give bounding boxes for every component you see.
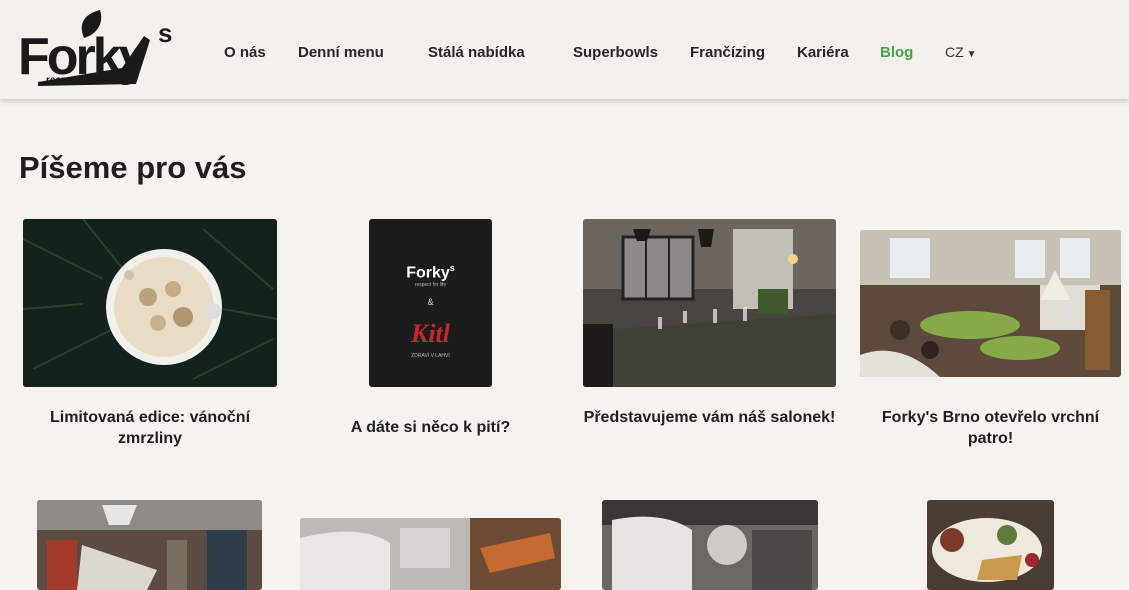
nav-stala-nabidka[interactable]: Stálá nabídka bbox=[428, 44, 525, 61]
post-image-interior[interactable] bbox=[37, 500, 262, 590]
site-header: Forky s respect for life O nás Denní men… bbox=[0, 0, 1129, 99]
nav-o-nas[interactable]: O nás bbox=[224, 44, 266, 61]
poster-tagline: respect for life bbox=[414, 282, 447, 288]
language-switcher[interactable]: CZ ▼ bbox=[945, 44, 977, 60]
chandelier-photo bbox=[602, 500, 818, 590]
poster-partner-sub: ZDRAVÍ V LAHVI bbox=[411, 353, 450, 359]
poster-amp: & bbox=[427, 297, 434, 307]
nav-blog[interactable]: Blog bbox=[880, 44, 913, 61]
language-label: CZ bbox=[945, 44, 964, 60]
post-image-brno[interactable] bbox=[860, 230, 1121, 377]
nav-francizing[interactable]: Frančízing bbox=[690, 44, 765, 61]
brno-photo bbox=[860, 230, 1121, 377]
forkys-logo[interactable]: Forky s respect for life bbox=[18, 8, 196, 90]
post-image-counter[interactable] bbox=[300, 518, 561, 590]
salon-photo bbox=[583, 219, 836, 387]
forkys-logo-mark: Forky s respect for life bbox=[18, 10, 172, 86]
poster-brand: Forkys bbox=[406, 263, 455, 282]
caret-down-icon: ▼ bbox=[966, 49, 977, 60]
logo-suffix: s bbox=[158, 18, 172, 48]
post-title[interactable]: Limitovaná edice: vánoční zmrzliny bbox=[23, 407, 277, 449]
page-title: Píšeme pro vás bbox=[19, 150, 247, 185]
post-image-chandelier[interactable] bbox=[602, 500, 818, 590]
food-photo bbox=[927, 500, 1054, 590]
interior-photo bbox=[37, 500, 262, 590]
post-title[interactable]: Forky's Brno otevřelo vrchní patro! bbox=[860, 407, 1121, 449]
poster-partner: Kitl bbox=[410, 319, 450, 348]
post-image-poster[interactable]: Forkys respect for life & Kitl ZDRAVÍ V … bbox=[369, 219, 492, 387]
post-title[interactable]: A dáte si něco k pití? bbox=[300, 417, 561, 438]
nav-denni-menu[interactable]: Denní menu bbox=[298, 44, 384, 61]
post-image-food[interactable] bbox=[927, 500, 1054, 590]
ice-cream-photo bbox=[23, 219, 277, 387]
post-image-ice-cream[interactable] bbox=[23, 219, 277, 387]
post-title[interactable]: Představujeme vám náš salonek! bbox=[583, 407, 836, 428]
nav-superbowls[interactable]: Superbowls bbox=[573, 44, 658, 61]
logo-tagline: respect for life bbox=[46, 75, 115, 86]
post-image-salon[interactable] bbox=[583, 219, 836, 387]
nav-kariera[interactable]: Kariéra bbox=[797, 44, 849, 61]
counter-photo bbox=[300, 518, 561, 590]
